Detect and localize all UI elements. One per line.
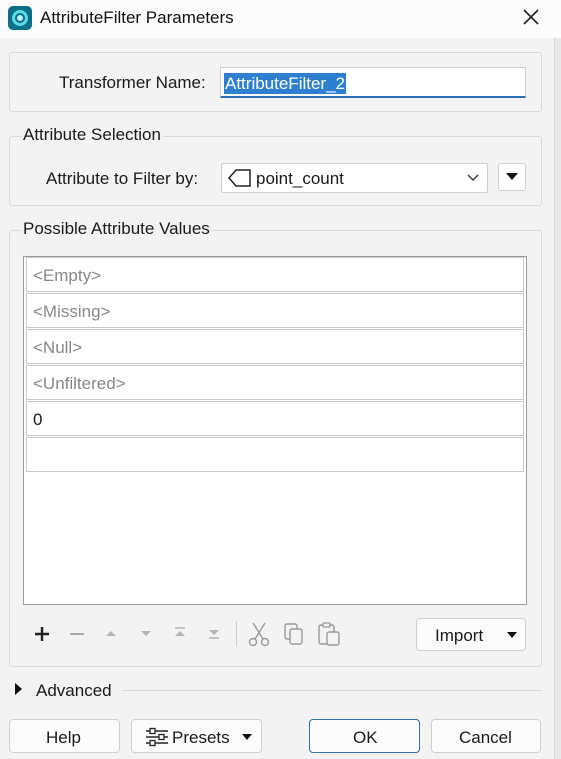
cancel-button[interactable]: Cancel xyxy=(431,719,541,753)
table-cell: <Missing> xyxy=(33,302,111,321)
advanced-divider xyxy=(122,690,542,691)
cancel-label: Cancel xyxy=(459,728,512,747)
attribute-icon xyxy=(228,169,251,187)
presets-button[interactable]: Presets xyxy=(131,719,262,753)
transformer-name-input[interactable]: AttributeFilter_2 xyxy=(220,67,526,98)
fme-app-icon xyxy=(8,6,32,30)
move-bottom-icon[interactable] xyxy=(206,625,222,641)
help-label: Help xyxy=(46,728,81,747)
toolbar-separator xyxy=(236,621,237,647)
chevron-down-icon xyxy=(467,174,479,181)
expand-arrow-icon[interactable] xyxy=(14,682,24,696)
move-top-icon[interactable] xyxy=(172,625,188,641)
triangle-down-icon xyxy=(242,734,252,740)
possible-values-legend: Possible Attribute Values xyxy=(21,219,212,239)
import-button[interactable]: Import xyxy=(416,618,526,651)
transformer-name-value: AttributeFilter_2 xyxy=(224,73,346,94)
attribute-selection-legend: Attribute Selection xyxy=(21,125,163,145)
table-row[interactable]: <Empty> xyxy=(26,257,524,292)
values-table: <Empty> <Missing> <Null> <Unfiltered> 0 xyxy=(23,256,527,605)
attribute-filter-value: point_count xyxy=(256,169,344,188)
table-row[interactable] xyxy=(26,437,524,472)
move-up-icon[interactable] xyxy=(104,626,118,640)
presets-sliders-icon xyxy=(146,727,168,747)
window-title: AttributeFilter Parameters xyxy=(40,8,234,27)
table-row[interactable]: <Missing> xyxy=(26,293,524,328)
close-icon xyxy=(523,9,539,25)
copy-icon[interactable] xyxy=(282,622,306,646)
window-scrollbar[interactable] xyxy=(554,38,561,759)
help-button[interactable]: Help xyxy=(9,719,120,753)
add-icon[interactable] xyxy=(32,624,52,644)
cut-icon[interactable] xyxy=(247,621,271,647)
ok-label: OK xyxy=(353,728,378,747)
table-row[interactable]: <Unfiltered> xyxy=(26,365,524,400)
attribute-menu-button[interactable] xyxy=(498,163,526,191)
triangle-down-icon xyxy=(507,632,517,638)
attribute-filter-label: Attribute to Filter by: xyxy=(46,169,199,188)
presets-label: Presets xyxy=(172,728,230,747)
table-cell: <Unfiltered> xyxy=(33,374,126,393)
triangle-down-icon xyxy=(506,173,518,180)
attribute-filter-combo[interactable]: point_count xyxy=(221,163,488,193)
table-row[interactable]: 0 xyxy=(26,401,524,436)
remove-icon[interactable] xyxy=(67,624,87,644)
ok-button[interactable]: OK xyxy=(309,719,420,753)
import-label: Import xyxy=(435,626,484,645)
move-down-icon[interactable] xyxy=(139,626,153,640)
table-cell: <Empty> xyxy=(33,266,102,285)
paste-icon[interactable] xyxy=(316,621,342,647)
table-cell: 0 xyxy=(33,410,43,429)
table-cell: <Null> xyxy=(33,338,83,357)
close-button[interactable] xyxy=(516,4,546,32)
table-row[interactable]: <Null> xyxy=(26,329,524,364)
advanced-label[interactable]: Advanced xyxy=(36,681,112,701)
transformer-name-label: Transformer Name: xyxy=(59,73,206,92)
